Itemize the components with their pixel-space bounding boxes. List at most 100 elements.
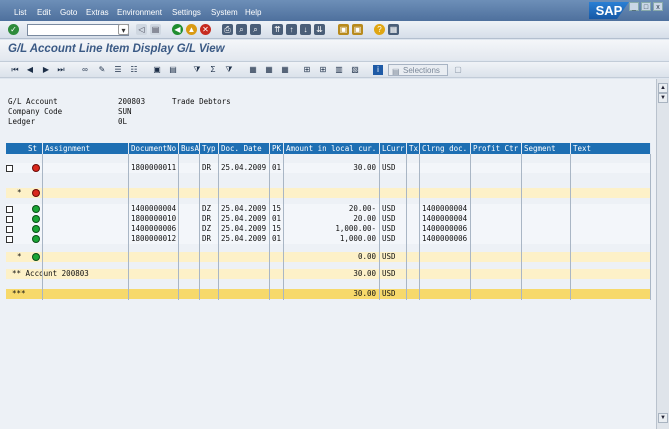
cell-currency[interactable]: USD [380,224,407,234]
cell-amount[interactable]: 1,000.00 [284,234,380,244]
change-pencil-icon[interactable]: ✎ [97,65,107,75]
find-icon[interactable]: ⌕ [236,24,247,35]
cell-segment[interactable] [522,163,571,173]
row-select-checkbox[interactable] [6,216,13,223]
local-file-icon[interactable]: ▧ [350,65,360,75]
cell-segment[interactable] [522,214,571,224]
last-item-icon[interactable]: ⏭ [56,65,66,75]
cell-business-area[interactable] [179,289,200,299]
cell-assignment[interactable] [43,252,129,262]
cell-amount[interactable]: 30.00 [284,269,380,279]
table-row[interactable]: 1400000004 DZ 25.04.2009 15 20.00- USD 1400000… [6,204,651,214]
command-field[interactable] [27,24,129,36]
export-icon[interactable]: ⊞ [302,65,312,75]
previous-item-icon[interactable]: ◀ [25,65,35,75]
cell-doc-type[interactable]: DZ [200,224,219,234]
cell-business-area[interactable] [179,163,200,173]
cell-currency[interactable]: USD [380,289,407,299]
last-page-icon[interactable]: ⇊ [314,24,325,35]
find-next-icon[interactable]: ⌕ [250,24,261,35]
scroll-down-small-icon[interactable]: ▼ [658,93,668,103]
cell-document-no[interactable]: 1400000004 [129,204,179,214]
cell-amount[interactable]: 30.00 [284,163,380,173]
cell-currency[interactable]: USD [380,204,407,214]
next-page-icon[interactable]: ↓ [300,24,311,35]
close-window-button[interactable]: x [653,2,663,11]
cell-segment[interactable] [522,234,571,244]
column-header-segment[interactable]: Segment [522,143,571,154]
minimize-button[interactable]: _ [629,2,639,11]
cell-posting-key[interactable]: 15 [270,204,284,214]
cell-document-no[interactable]: 1800000010 [129,214,179,224]
cell-amount[interactable]: 1,000.00- [284,224,380,234]
cell-segment[interactable] [522,289,571,299]
cell-amount[interactable]: 20.00- [284,204,380,214]
first-item-icon[interactable]: ⏮ [10,65,20,75]
cell-posting-key[interactable] [270,289,284,299]
menu-extras[interactable]: Extras [86,8,109,17]
cell-currency[interactable]: USD [380,234,407,244]
cell-currency[interactable]: USD [380,269,407,279]
cell-posting-key[interactable]: 01 [270,214,284,224]
cell-doc-date[interactable]: 25.04.2009 [219,234,270,244]
menu-goto[interactable]: Goto [60,8,77,17]
cell-assignment[interactable] [43,163,129,173]
cell-text[interactable] [571,252,651,262]
row-select-checkbox[interactable] [6,236,13,243]
cell-text[interactable] [571,188,651,198]
cell-clearing-doc[interactable] [420,289,471,299]
cell-text[interactable] [571,163,651,173]
cell-profit-center[interactable] [471,188,522,198]
vertical-scrollbar[interactable]: ▲ ▼ ▼ [656,79,669,429]
cell-doc-date[interactable]: 25.04.2009 [219,224,270,234]
cell-clearing-doc[interactable]: 1400000006 [420,234,471,244]
cell-text[interactable] [571,289,651,299]
cell-document-no[interactable]: 1800000011 [129,163,179,173]
column-header-doc-date[interactable]: Doc. Date [219,143,270,154]
cell-business-area[interactable] [179,269,200,279]
subtotal-icon[interactable]: ⧩ [224,65,234,75]
row-select-checkbox[interactable] [6,165,13,172]
cell-document-no[interactable] [129,289,179,299]
cell-posting-key[interactable]: 01 [270,163,284,173]
cell-business-area[interactable] [179,188,200,198]
maximize-button[interactable]: □ [641,2,651,11]
cell-assignment[interactable] [43,214,129,224]
layout-menu-icon[interactable]: ▦ [388,24,399,35]
cancel-icon[interactable]: ✕ [200,24,211,35]
column-header-doc-type[interactable]: Typ [200,143,219,154]
info-icon[interactable]: i [373,65,383,75]
cell-profit-center[interactable] [471,289,522,299]
column-header-assignment[interactable]: Assignment [43,143,129,154]
cell-doc-type[interactable]: DZ [200,204,219,214]
cell-doc-type[interactable] [200,252,219,262]
cell-segment[interactable] [522,188,571,198]
row-select-checkbox[interactable] [6,206,13,213]
cell-clearing-doc[interactable]: 1400000004 [420,214,471,224]
save-layout-icon[interactable]: ▦ [280,65,290,75]
subtotal-row[interactable]: * 0.00 USD [6,252,651,262]
cell-doc-date[interactable] [219,188,270,198]
cell-segment[interactable] [522,204,571,214]
spreadsheet-icon[interactable]: ⊞ [318,65,328,75]
cell-doc-type[interactable]: DR [200,234,219,244]
cell-posting-key[interactable]: 15 [270,224,284,234]
cell-assignment[interactable] [43,188,129,198]
cell-profit-center[interactable] [471,163,522,173]
document-icon[interactable]: ▤ [168,65,178,75]
menu-list[interactable]: List [14,8,26,17]
column-header-tax[interactable]: Tx [407,143,420,154]
menu-edit[interactable]: Edit [37,8,51,17]
choose-layout-icon[interactable]: ▦ [248,65,258,75]
change-layout-icon[interactable]: ▦ [264,65,274,75]
cell-currency[interactable]: USD [380,214,407,224]
cell-doc-date[interactable]: 25.04.2009 [219,214,270,224]
cell-segment[interactable] [522,224,571,234]
menu-settings[interactable]: Settings [172,8,201,17]
cell-doc-date[interactable]: 25.04.2009 [219,204,270,214]
cell-clearing-doc[interactable] [420,252,471,262]
column-header-text[interactable]: Text [571,143,651,154]
table-row[interactable]: 1800000011 DR 25.04.2009 01 30.00 USD [6,163,651,173]
previous-page-icon[interactable]: ↑ [286,24,297,35]
cell-document-no[interactable]: 1400000006 [129,224,179,234]
